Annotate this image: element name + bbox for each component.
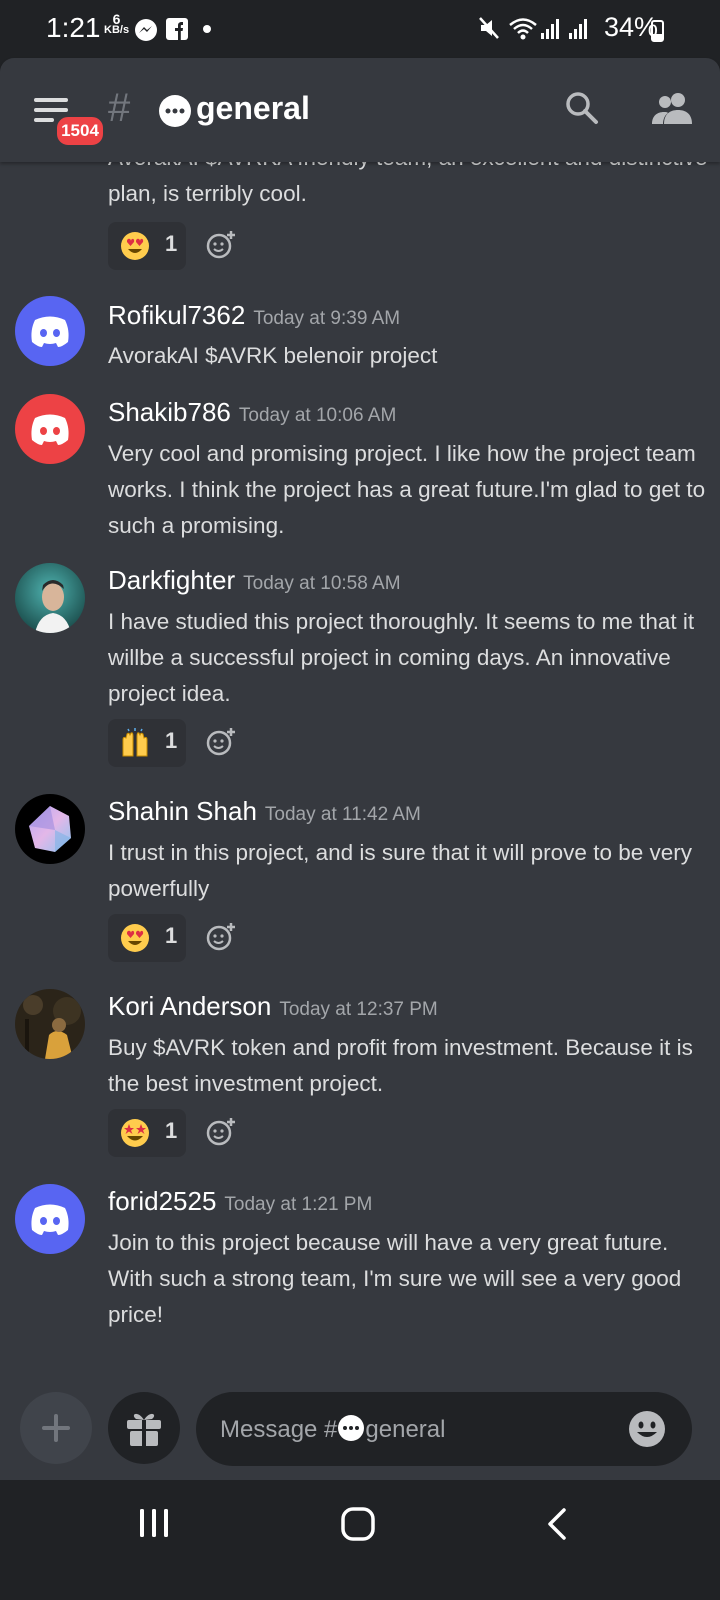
crystal-avatar-icon [29, 806, 71, 852]
unread-badge: 1504 [54, 114, 106, 148]
status-bar: 1:21 6 KB/s 34% [0, 0, 720, 58]
raising-hands-emoji-icon [122, 728, 148, 757]
reaction-star-struck[interactable]: 1 [108, 1109, 186, 1157]
message-timestamp: Today at 10:58 AM [243, 573, 401, 594]
message-author[interactable]: Rofikul7362 Today at 9:39 AM [108, 300, 400, 331]
message-text: Very cool and promising project. I like … [108, 441, 706, 538]
battery-percent: 34% [603, 12, 658, 42]
facebook-icon [166, 18, 188, 40]
avatar[interactable] [15, 296, 85, 366]
profile-photo-icon [15, 989, 85, 1059]
back-icon[interactable] [544, 1506, 572, 1542]
message-author[interactable]: Kori Anderson Today at 12:37 PM [108, 991, 438, 1022]
reaction-heart-eyes[interactable]: 1 [108, 914, 186, 962]
avatar[interactable] [15, 563, 85, 633]
emoji-picker-icon[interactable] [628, 1410, 666, 1448]
wifi-icon [509, 18, 537, 40]
message-author[interactable]: Darkfighter Today at 10:58 AM [108, 565, 401, 596]
avatar[interactable] [15, 989, 85, 1059]
battery-icon [651, 20, 664, 42]
heart-eyes-emoji-icon [121, 924, 149, 952]
messenger-icon [135, 19, 157, 41]
gift-icon [127, 1413, 161, 1446]
plus-icon [42, 1414, 70, 1442]
message-timestamp: Today at 11:42 AM [264, 804, 421, 825]
message-input[interactable]: Message # general [196, 1392, 692, 1466]
avatar[interactable] [15, 794, 85, 864]
message-author[interactable]: Shakib786 Today at 10:06 AM [108, 397, 396, 428]
status-time: 1:21 [46, 12, 101, 43]
channel-title: general [196, 90, 310, 126]
gift-button[interactable] [108, 1392, 180, 1464]
hash-icon: # [108, 86, 131, 130]
system-nav-bar [0, 1480, 720, 1600]
message-text: AvorakAI $AVRK belenoir project [108, 343, 438, 368]
network-speed: 6 KB/s [104, 11, 130, 36]
discord-logo-icon [31, 1204, 69, 1235]
message-timestamp: Today at 10:06 AM [238, 405, 397, 426]
add-reaction-icon[interactable] [206, 922, 236, 952]
notification-dot-icon [203, 25, 211, 33]
members-icon[interactable] [652, 90, 692, 126]
message-author[interactable]: forid2525 Today at 1:21 PM [108, 1186, 372, 1217]
message-text: Buy $AVRK token and profit from investme… [108, 1035, 693, 1096]
add-reaction-icon[interactable] [206, 1117, 236, 1147]
message-input-placeholder: Message # general [220, 1415, 446, 1443]
add-reaction-icon[interactable] [206, 727, 236, 757]
speech-bubble-icon [338, 1415, 365, 1441]
avatar[interactable] [15, 1184, 85, 1254]
message-timestamp: Today at 12:37 PM [279, 999, 438, 1020]
signal-icon-1 [541, 19, 559, 39]
attach-button[interactable] [20, 1392, 92, 1464]
home-icon[interactable] [340, 1506, 376, 1542]
message-text: I trust in this project, and is sure tha… [108, 840, 693, 901]
reaction-raising-hands[interactable]: 1 [108, 719, 186, 767]
message-text: I have studied this project thoroughly. … [108, 609, 695, 706]
discord-logo-icon [31, 414, 69, 445]
message-text: Join to this project because will have a… [108, 1230, 682, 1327]
channel-header: 1504 # general [0, 58, 720, 162]
add-reaction-icon[interactable] [206, 230, 236, 260]
discord-logo-icon [31, 316, 69, 347]
signal-icon-2 [569, 19, 587, 39]
message-timestamp: Today at 9:39 AM [253, 308, 401, 329]
avatar[interactable] [15, 394, 85, 464]
speech-bubble-icon [159, 95, 191, 127]
search-icon[interactable] [564, 90, 600, 126]
message-timestamp: Today at 1:21 PM [224, 1194, 373, 1215]
recent-apps-icon[interactable] [138, 1506, 172, 1540]
profile-photo-icon [15, 563, 85, 633]
reaction-heart-eyes[interactable]: 1 [108, 222, 186, 270]
heart-eyes-emoji-icon [121, 232, 149, 260]
message-author[interactable]: Shahin Shah Today at 11:42 AM [108, 796, 421, 827]
mute-icon [479, 17, 499, 39]
star-struck-emoji-icon [121, 1119, 149, 1147]
